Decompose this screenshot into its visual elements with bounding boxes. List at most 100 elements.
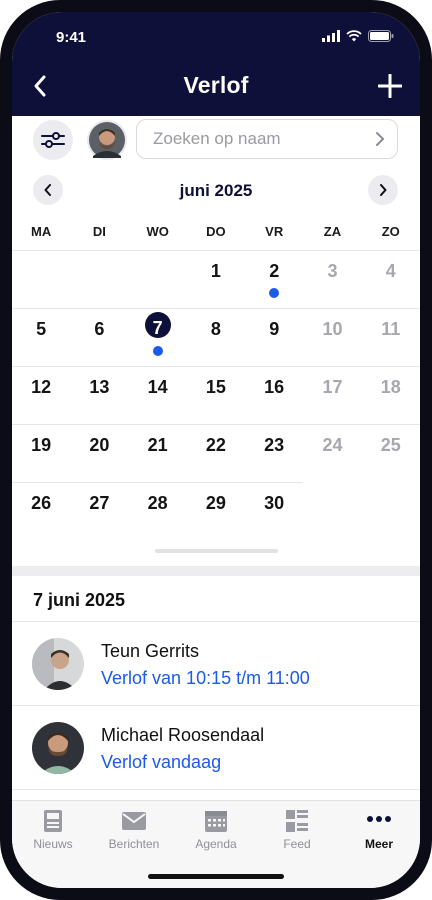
calendar-day[interactable]: 1 (187, 250, 245, 308)
more-dots-icon (367, 816, 391, 822)
calendar-day[interactable]: 20 (70, 424, 128, 482)
tab-berichten[interactable]: Berichten (94, 807, 174, 857)
day-number: 18 (380, 377, 401, 397)
day-number: 17 (322, 377, 343, 397)
calendar-day[interactable]: 26 (12, 482, 70, 540)
day-number: 6 (94, 319, 105, 339)
home-indicator (148, 874, 284, 879)
calendar-day[interactable]: 18 (362, 366, 420, 424)
calendar-day[interactable]: 12 (12, 366, 70, 424)
day-number: 9 (269, 319, 280, 339)
wifi-icon (346, 30, 362, 42)
calendar-week-row: 12 13 14 15 16 17 18 (12, 366, 420, 424)
search-field[interactable] (136, 119, 398, 159)
drag-handle[interactable] (155, 549, 278, 553)
newspaper-icon (44, 810, 62, 832)
day-number: 10 (322, 319, 343, 339)
day-number: 26 (31, 493, 52, 513)
calendar-empty-cell (70, 250, 128, 308)
calendar-day[interactable]: 21 (129, 424, 187, 482)
day-number: 21 (147, 435, 168, 455)
calendar-day[interactable]: 22 (187, 424, 245, 482)
tab-nieuws[interactable]: Nieuws (13, 807, 93, 857)
nav-bar: Verlof (12, 58, 420, 116)
calendar-day[interactable]: 9 (245, 308, 303, 366)
day-number: 8 (210, 319, 221, 339)
calendar-empty-cell (129, 250, 187, 308)
calendar-icon (205, 811, 227, 832)
calendar-day[interactable]: 17 (303, 366, 361, 424)
calendar-empty-cell (303, 482, 361, 540)
leave-detail: Verlof vandaag (101, 752, 222, 772)
avatar (89, 122, 125, 158)
day-number: 5 (36, 319, 47, 339)
day-number: 12 (31, 377, 52, 397)
day-number: 28 (147, 493, 168, 513)
calendar-day[interactable]: 16 (245, 366, 303, 424)
tab-feed[interactable]: Feed (257, 807, 337, 857)
calendar-day[interactable]: 29 (187, 482, 245, 540)
calendar-day[interactable]: 10 (303, 308, 361, 366)
calendar-day[interactable]: 14 (129, 366, 187, 424)
day-number: 3 (327, 261, 338, 281)
tab-agenda[interactable]: Agenda (176, 807, 256, 857)
chevron-right-icon (380, 184, 387, 196)
calendar-day[interactable]: 19 (12, 424, 70, 482)
calendar-day[interactable]: 8 (187, 308, 245, 366)
calendar-empty-cell (12, 250, 70, 308)
calendar-grid: 1 2 3 4 5 6 7 8 9 10 11 12 13 14 15 16 17 18 19 20 21 22 23 24 2… (12, 250, 420, 540)
day-number: 14 (147, 377, 168, 397)
day-number: 2 (269, 261, 280, 281)
day-number: 29 (205, 493, 226, 513)
day-number: 25 (380, 435, 401, 455)
day-number: 15 (205, 377, 226, 397)
list-item[interactable]: Michael Roosendaal Verlof vandaag (12, 706, 420, 790)
calendar-day[interactable]: 24 (303, 424, 361, 482)
calendar-day[interactable]: 6 (70, 308, 128, 366)
calendar-day[interactable]: 4 (362, 250, 420, 308)
calendar-day[interactable]: 3 (303, 250, 361, 308)
my-avatar[interactable] (87, 120, 127, 160)
search-input[interactable] (151, 128, 355, 150)
add-leave-button[interactable] (370, 66, 410, 106)
avatar (32, 722, 84, 774)
next-month-button[interactable] (368, 175, 398, 205)
envelope-icon (122, 812, 146, 830)
calendar-day[interactable]: 27 (70, 482, 128, 540)
day-number: 22 (205, 435, 226, 455)
calendar-day[interactable]: 25 (362, 424, 420, 482)
calendar-day[interactable]: 2 (245, 250, 303, 308)
day-number: 19 (31, 435, 52, 455)
filter-button[interactable] (33, 120, 73, 160)
calendar-day[interactable]: 28 (129, 482, 187, 540)
calendar-day[interactable]: 13 (70, 366, 128, 424)
month-label: juni 2025 (179, 181, 253, 200)
calendar-day[interactable]: 5 (12, 308, 70, 366)
calendar-week-row: 19 20 21 22 23 24 25 (12, 424, 420, 482)
calendar-day[interactable]: 11 (362, 308, 420, 366)
calendar-day[interactable]: 15 (187, 366, 245, 424)
leave-indicator-dot (152, 346, 163, 356)
calendar-day[interactable]: 23 (245, 424, 303, 482)
month-navigation: juni 2025 (12, 175, 420, 207)
signal-icon (322, 30, 340, 42)
tab-label: Meer (364, 837, 393, 851)
sliders-icon (41, 132, 65, 148)
list-item[interactable]: Teun Gerrits Verlof van 10:15 t/m 11:00 (12, 622, 420, 706)
calendar-day[interactable]: 30 (245, 482, 303, 540)
employee-name: Michael Roosendaal (101, 725, 265, 745)
weekday-label: DO (206, 224, 226, 239)
day-number: 27 (89, 493, 110, 513)
battery-icon (368, 30, 394, 42)
day-number: 30 (264, 493, 285, 513)
day-number: 7 (152, 318, 163, 338)
employee-name: Teun Gerrits (101, 641, 200, 661)
calendar-day[interactable]: 7 (129, 308, 187, 366)
tab-label: Agenda (195, 837, 237, 851)
phone-frame: 9:41 Verlof Zoeken op naam juni 2025 MA … (0, 0, 432, 900)
tab-label: Nieuws (33, 837, 73, 851)
weekday-label: ZO (381, 224, 400, 239)
weekday-label: ZA (323, 224, 342, 239)
page-title: Verlof (183, 72, 249, 98)
tab-meer[interactable]: Meer (339, 807, 419, 857)
